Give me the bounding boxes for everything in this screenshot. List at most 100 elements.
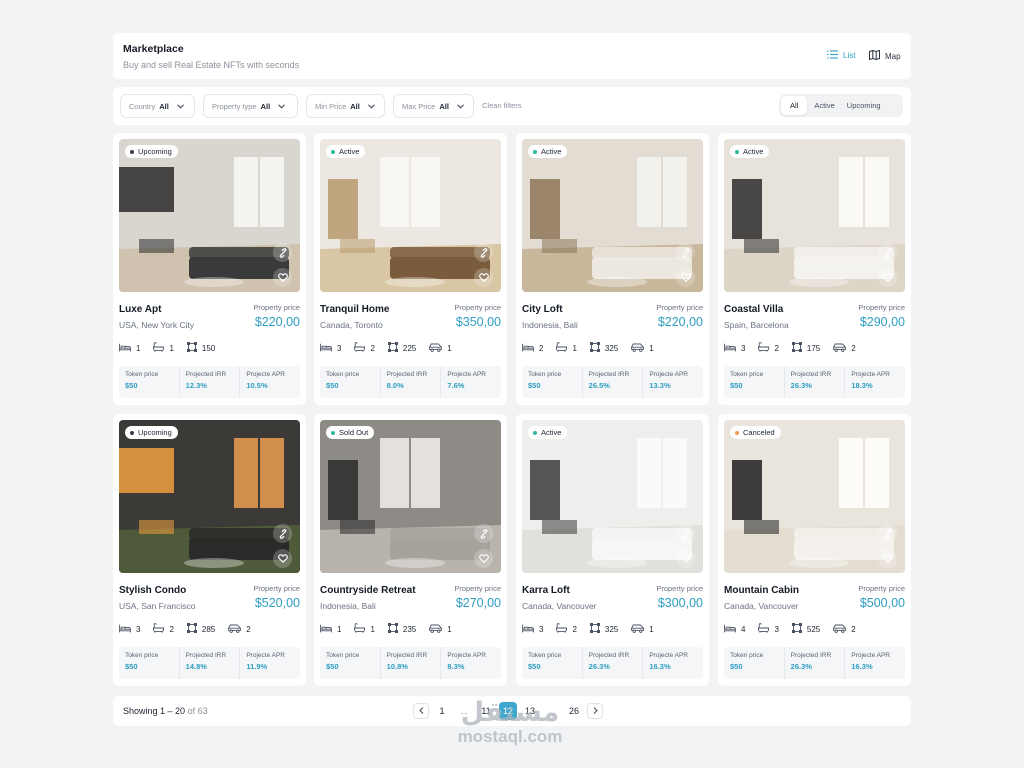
share-link-button[interactable] <box>273 243 292 262</box>
token-price-value: $50 <box>326 662 339 671</box>
feature-baths: 3 <box>758 623 779 635</box>
pagination-bar: Showing 1 – 20 of 63 1... 11 12 13... 26 <box>113 696 911 726</box>
property-card[interactable]: Canceled Mountain Cabin Canada, Vancouve… <box>718 414 911 686</box>
bathrooms-count: 1 <box>169 343 174 353</box>
bedrooms-count: 3 <box>136 624 141 634</box>
property-card[interactable]: Active Tranquil Home Canada, Toronto Pro… <box>314 133 507 405</box>
property-photo[interactable]: Upcoming <box>119 420 300 573</box>
token-price-stat: Token price $50 <box>522 366 582 398</box>
chevron-right-icon <box>593 706 598 716</box>
bed-icon <box>320 624 332 635</box>
favorite-button[interactable] <box>676 268 695 287</box>
share-link-button[interactable] <box>273 524 292 543</box>
favorite-button[interactable] <box>474 268 493 287</box>
share-link-button[interactable] <box>474 243 493 262</box>
projected-irr-value: 26.3% <box>588 662 610 671</box>
projected-irr-stat: Projected IRR 26.3% <box>783 647 845 679</box>
max-price-filter-value: All <box>439 101 449 111</box>
car-icon <box>228 624 242 635</box>
tab-active[interactable]: Active <box>809 96 839 115</box>
token-price-label: Token price <box>125 652 159 659</box>
projected-apr-value: 11.9% <box>246 662 268 671</box>
share-link-button[interactable] <box>474 524 493 543</box>
property-card[interactable]: Upcoming Luxe Apt USA, New York City Pro… <box>113 133 306 405</box>
max-price-filter[interactable]: Max Price All <box>393 94 474 118</box>
projected-apr-stat: Projecte APR 18.3% <box>844 366 905 398</box>
favorite-button[interactable] <box>878 549 897 568</box>
tab-all[interactable]: All <box>781 96 808 115</box>
page-button[interactable]: 11 <box>477 702 495 720</box>
property-name[interactable]: Stylish Condo <box>119 585 186 596</box>
status-tabs: All Active Upcoming <box>779 94 903 117</box>
page-button[interactable]: 13 <box>521 702 539 720</box>
status-label: Active <box>541 428 562 437</box>
property-photo[interactable]: Active <box>724 139 905 292</box>
favorite-button[interactable] <box>878 268 897 287</box>
property-card[interactable]: Active Coastal Villa Spain, Barcelona Pr… <box>718 133 911 405</box>
feature-area: 325 <box>589 623 618 635</box>
property-photo[interactable]: Active <box>522 420 703 573</box>
property-card[interactable]: Active City Loft Indonesia, Bali Propert… <box>516 133 709 405</box>
next-page-button[interactable] <box>587 703 603 719</box>
property-name[interactable]: City Loft <box>522 304 563 315</box>
garage-count: 2 <box>246 624 251 634</box>
share-link-button[interactable] <box>676 243 695 262</box>
property-photo[interactable]: Active <box>522 139 703 292</box>
property-location: Canada, Vancouver <box>522 601 597 611</box>
page-button[interactable]: 1 <box>433 702 451 720</box>
country-filter[interactable]: Country All <box>120 94 195 118</box>
property-card[interactable]: Sold Out Countryside Retreat Indonesia, … <box>314 414 507 686</box>
property-features: 3 2 175 2 <box>724 342 869 354</box>
tab-upcoming[interactable]: Upcoming <box>842 96 886 115</box>
bathrooms-count: 3 <box>774 624 779 634</box>
favorite-button[interactable] <box>273 549 292 568</box>
property-price: $290,00 <box>859 315 905 329</box>
share-link-button[interactable] <box>878 524 897 543</box>
property-card[interactable]: Upcoming Stylish Condo USA, San Francisc… <box>113 414 306 686</box>
property-photo[interactable]: Canceled <box>724 420 905 573</box>
property-card[interactable]: Active Karra Loft Canada, Vancouver Prop… <box>516 414 709 686</box>
token-price-value: $50 <box>730 662 743 671</box>
favorite-button[interactable] <box>676 549 695 568</box>
bathtub-icon <box>354 342 366 354</box>
projected-apr-stat: Projecte APR 16.3% <box>642 647 703 679</box>
property-photo[interactable]: Active <box>320 139 501 292</box>
token-stats: Token price $50 Projected IRR 26.5% Proj… <box>522 366 703 398</box>
feature-baths: 1 <box>556 342 577 354</box>
projected-irr-value: 26.3% <box>790 381 812 390</box>
current-page-button[interactable]: 12 <box>499 702 517 720</box>
projected-apr-value: 13.3% <box>649 381 671 390</box>
bathtub-icon <box>354 623 366 635</box>
token-price-label: Token price <box>730 371 764 378</box>
property-type-filter[interactable]: Property type All <box>203 94 298 118</box>
property-photo[interactable]: Upcoming <box>119 139 300 292</box>
property-photo[interactable]: Sold Out <box>320 420 501 573</box>
area-value: 175 <box>806 343 821 353</box>
prev-page-button[interactable] <box>413 703 429 719</box>
property-name[interactable]: Countryside Retreat <box>320 585 416 596</box>
car-icon <box>631 624 645 635</box>
favorite-button[interactable] <box>273 268 292 287</box>
share-link-button[interactable] <box>676 524 695 543</box>
status-badge: Active <box>730 145 770 158</box>
projected-irr-stat: Projected IRR 8.0% <box>379 366 441 398</box>
clean-filters-button[interactable]: Clean filters <box>482 101 522 110</box>
page-button[interactable]: 26 <box>565 702 583 720</box>
property-name[interactable]: Luxe Apt <box>119 304 161 315</box>
property-name[interactable]: Karra Loft <box>522 585 570 596</box>
status-label: Active <box>541 147 562 156</box>
projected-apr-stat: Projecte APR 16.3% <box>844 647 905 679</box>
list-view-button[interactable]: List <box>827 50 855 61</box>
projected-apr-value: 16.3% <box>649 662 671 671</box>
min-price-filter[interactable]: Min Price All <box>306 94 385 118</box>
projected-irr-value: 26.5% <box>588 381 610 390</box>
favorite-button[interactable] <box>474 549 493 568</box>
property-name[interactable]: Tranquil Home <box>320 304 389 315</box>
heart-icon <box>478 554 489 563</box>
property-name[interactable]: Coastal Villa <box>724 304 783 315</box>
map-view-button[interactable]: Map <box>869 49 901 62</box>
bathtub-icon <box>758 342 770 354</box>
garage-count: 1 <box>447 624 452 634</box>
property-name[interactable]: Mountain Cabin <box>724 585 799 596</box>
share-link-button[interactable] <box>878 243 897 262</box>
